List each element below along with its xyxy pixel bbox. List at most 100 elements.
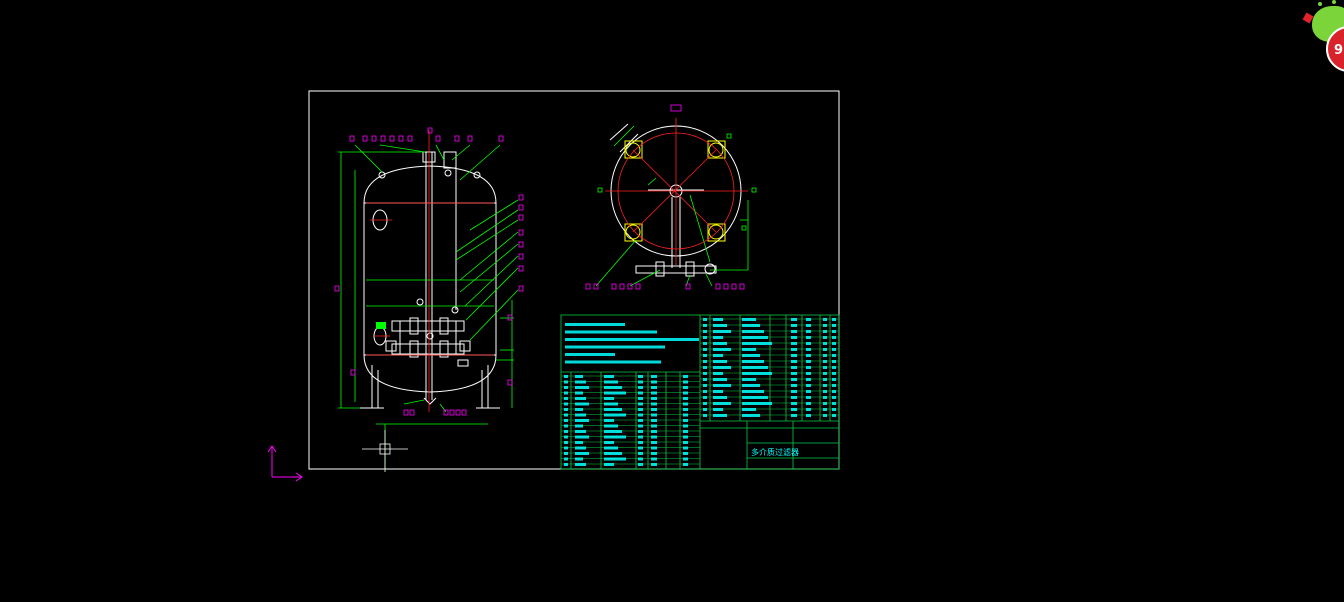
table-cell-text — [651, 413, 657, 417]
table-cell-text — [575, 441, 583, 444]
table-cell-text — [565, 345, 665, 349]
table-cell-text — [638, 408, 643, 411]
ucs-axis-icon — [267, 445, 303, 482]
table-cell-text — [565, 360, 661, 364]
table-cell-text — [638, 375, 643, 378]
table-cell-text — [651, 375, 657, 378]
cad-canvas[interactable]: 多介质过滤器 — [0, 0, 1344, 602]
table-cell-text — [651, 452, 657, 455]
table-cell-text — [806, 336, 811, 339]
table-cell-text — [823, 348, 827, 351]
table-cell-text — [713, 348, 731, 351]
table-cell-text — [806, 366, 811, 369]
table-cell-text — [791, 414, 797, 417]
table-cell-text — [791, 372, 797, 375]
table-cell-text — [564, 441, 568, 444]
table-cell-text — [832, 378, 836, 381]
table-cell-text — [651, 446, 657, 450]
table-cell-text — [713, 336, 723, 339]
table-cell-text — [742, 396, 768, 399]
table-cell-text — [806, 396, 811, 399]
table-cell-text — [703, 414, 707, 417]
table-cell-text — [651, 397, 657, 400]
table-cell-text — [575, 430, 586, 433]
table-cell-text — [713, 414, 727, 417]
table-cell-text — [575, 402, 589, 406]
table-cell-text — [604, 413, 626, 417]
table-cell-text — [703, 348, 707, 351]
table-cell-text — [823, 378, 827, 381]
table-cell-text — [565, 330, 657, 334]
table-cell-text — [742, 336, 768, 339]
table-cell-text — [742, 330, 764, 333]
table-cell-text — [832, 408, 836, 411]
table-cell-text — [823, 396, 827, 399]
table-cell-text — [806, 360, 811, 363]
table-cell-text — [564, 413, 568, 417]
table-cell-text — [832, 360, 836, 363]
table-cell-text — [791, 396, 797, 399]
table-cell-text — [564, 402, 568, 406]
table-cell-text — [564, 424, 568, 428]
table-cell-text — [683, 441, 688, 444]
table-cell-text — [575, 435, 589, 439]
table-cell-text — [742, 348, 756, 351]
table-cell-text — [823, 390, 827, 393]
cad-model-space[interactable]: 多介质过滤器 — [0, 0, 1344, 602]
table-cell-text — [742, 378, 756, 381]
table-cell-text — [683, 391, 688, 395]
table-cell-text — [564, 435, 568, 439]
table-cell-text — [604, 452, 622, 455]
table-cell-text — [604, 386, 622, 389]
table-cell-text — [575, 375, 583, 378]
table-cell-text — [651, 391, 657, 395]
table-cell-text — [791, 384, 797, 387]
table-cell-text — [604, 402, 618, 406]
table-cell-text — [832, 396, 836, 399]
table-cell-text — [683, 457, 688, 461]
table-cell-text — [713, 378, 727, 381]
table-cell-text — [823, 360, 827, 363]
table-cell-text — [791, 342, 797, 345]
table-cell-text — [683, 446, 688, 450]
table-cell-text — [791, 336, 797, 339]
table-cell-text — [651, 435, 657, 439]
table-cell-text — [791, 366, 797, 369]
table-cell-text — [742, 360, 764, 363]
table-cell-text — [703, 366, 707, 369]
table-cell-text — [604, 435, 626, 439]
table-cell-text — [791, 330, 797, 333]
table-cell-text — [564, 380, 568, 384]
table-cell-text — [823, 324, 827, 327]
table-cell-text — [604, 441, 614, 444]
table-cell-text — [742, 354, 760, 357]
table-cell-text — [703, 384, 707, 387]
table-cell-text — [791, 360, 797, 363]
table-cell-text — [575, 386, 589, 389]
table-cell-text — [638, 463, 643, 466]
table-cell-text — [703, 402, 707, 405]
table-cell-text — [791, 348, 797, 351]
table-cell-text — [604, 430, 622, 433]
table-cell-text — [651, 402, 657, 406]
overlay-dot — [1332, 0, 1336, 4]
table-cell-text — [651, 457, 657, 461]
table-cell-text — [713, 342, 727, 345]
table-cell-text — [832, 372, 836, 375]
table-cell-text — [832, 402, 836, 405]
table-cell-text — [683, 463, 688, 466]
table-cell-text — [638, 397, 643, 400]
table-cell-text — [604, 391, 626, 395]
table-cell-text — [806, 354, 811, 357]
table-cell-text — [742, 408, 756, 411]
table-cell-text — [638, 424, 643, 428]
table-cell-text — [683, 402, 688, 406]
table-cell-text — [638, 419, 643, 422]
table-cell-text — [713, 324, 727, 327]
table-cell-text — [791, 378, 797, 381]
table-cell-text — [791, 390, 797, 393]
table-cell-text — [713, 390, 723, 393]
table-cell-text — [683, 452, 688, 455]
table-cell-text — [575, 463, 586, 466]
table-cell-text — [638, 457, 643, 461]
